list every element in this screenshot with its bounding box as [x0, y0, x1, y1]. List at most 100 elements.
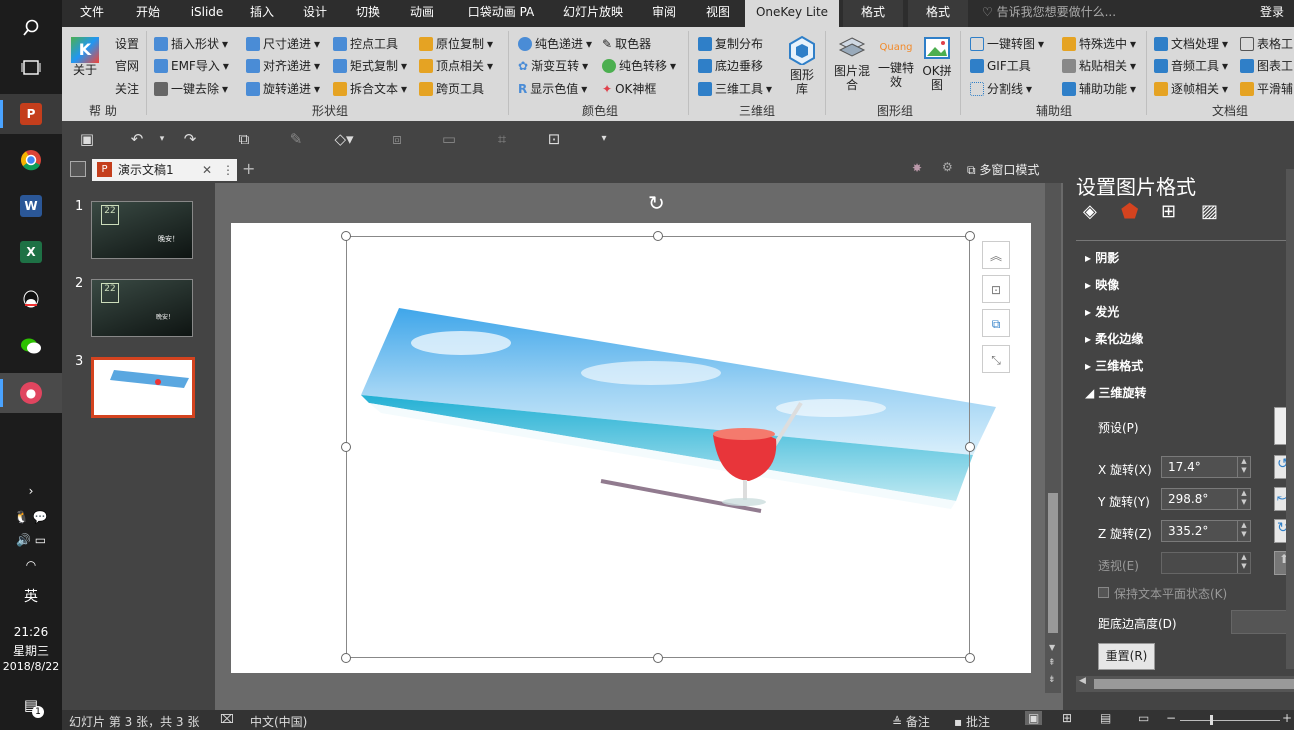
- tab-format-2[interactable]: 格式: [908, 0, 968, 27]
- one-key-remove-button[interactable]: 一键去除 ▾: [154, 80, 228, 97]
- clock-time[interactable]: 21:26: [0, 625, 62, 639]
- magic-icon[interactable]: ✸: [912, 161, 922, 175]
- slideshow-icon[interactable]: ⧉: [234, 129, 254, 149]
- copy-distribute-button[interactable]: 复制分布: [698, 35, 763, 52]
- tab-transitions[interactable]: 切换: [348, 0, 388, 27]
- zoom-out-icon[interactable]: −: [1166, 711, 1176, 725]
- undo-icon[interactable]: ↶: [127, 129, 147, 149]
- expand-icon[interactable]: ⤡: [982, 345, 1010, 373]
- wifi-icon[interactable]: ◠: [0, 558, 62, 572]
- tab-review[interactable]: 审阅: [642, 0, 686, 27]
- x-rotation-input[interactable]: 17.4° ▲ ▼: [1161, 456, 1251, 478]
- pane-horizontal-scrollbar[interactable]: ◀: [1076, 676, 1294, 692]
- tab-format-1[interactable]: 格式: [843, 0, 903, 27]
- zoom-in-icon[interactable]: +: [1282, 711, 1292, 725]
- gif-tool-button[interactable]: GIF工具: [970, 57, 1031, 74]
- gear-icon[interactable]: ⚙: [942, 160, 953, 174]
- in-place-copy-button[interactable]: 原位复制 ▾: [419, 35, 493, 52]
- settings-button[interactable]: 设置: [115, 35, 139, 52]
- shape-fill-icon[interactable]: ◇▾: [334, 129, 354, 149]
- slide-thumb-2[interactable]: 22 晚安！: [91, 279, 193, 337]
- section-glow[interactable]: ▸ 发光: [1085, 303, 1119, 320]
- excel-taskbar-icon[interactable]: X: [0, 232, 62, 272]
- login-link[interactable]: 登录: [1252, 0, 1292, 27]
- divider-line-button[interactable]: 分割线 ▾: [970, 80, 1032, 97]
- perspective-input[interactable]: ▲ ▼: [1161, 552, 1251, 574]
- distance-input[interactable]: [1231, 610, 1294, 634]
- search-icon[interactable]: [0, 8, 62, 48]
- resize-icon[interactable]: ⊡: [544, 129, 564, 149]
- prev-slide-icon[interactable]: ⇞: [1048, 658, 1056, 668]
- tab-file[interactable]: 文件: [70, 0, 114, 27]
- resize-handle-s[interactable]: [653, 653, 663, 663]
- chrome-taskbar-icon[interactable]: [0, 140, 62, 180]
- qq-taskbar-icon[interactable]: [0, 280, 62, 320]
- tab-insert[interactable]: 插入: [242, 0, 282, 27]
- bottom-shift-button[interactable]: 底边垂移: [698, 57, 763, 74]
- section-3d-format[interactable]: ▸ 三维格式: [1085, 357, 1143, 374]
- notes-button[interactable]: ≜ 备注: [892, 713, 930, 730]
- tray-expand-icon[interactable]: ›: [0, 484, 62, 498]
- audio-tool-button[interactable]: 音频工具 ▾: [1154, 57, 1228, 74]
- align-progress-button[interactable]: 对齐递进 ▾: [246, 57, 320, 74]
- ime-indicator[interactable]: 英: [0, 586, 62, 606]
- z-rotation-input[interactable]: 335.2° ▲ ▼: [1161, 520, 1251, 542]
- vertical-scrollbar[interactable]: ▼ ⇞ ⇟: [1045, 183, 1061, 693]
- image-mix-button[interactable]: 图片混合: [832, 35, 872, 92]
- arrange-layers-icon[interactable]: ⧉: [982, 309, 1010, 337]
- spell-check-icon[interactable]: ⌧: [220, 712, 234, 726]
- slideshow-view-icon[interactable]: ▭: [1138, 711, 1149, 725]
- special-select-button[interactable]: 特殊选中 ▾: [1062, 35, 1136, 52]
- handle-tool-button[interactable]: 控点工具: [333, 35, 398, 52]
- gradient-switch-button[interactable]: ✿ 渐变互转 ▾: [518, 57, 588, 74]
- tab-view[interactable]: 视图: [696, 0, 740, 27]
- tab-animations[interactable]: 动画: [402, 0, 442, 27]
- spinner-arrows-icon[interactable]: ▲ ▼: [1237, 457, 1250, 477]
- picture-icon[interactable]: ▨: [1201, 201, 1218, 222]
- ok-jigsaw-button[interactable]: OK拼图: [919, 35, 955, 92]
- reading-view-icon[interactable]: ▤: [1100, 711, 1111, 725]
- new-tab-icon[interactable]: +: [242, 159, 255, 178]
- vertex-related-button[interactable]: 顶点相关 ▾: [419, 57, 493, 74]
- brush-icon[interactable]: ✎: [286, 129, 306, 149]
- resize-handle-w[interactable]: [341, 442, 351, 452]
- scroll-down-icon[interactable]: ▼: [1049, 643, 1055, 652]
- task-view-icon[interactable]: [0, 48, 62, 88]
- frame-related-button[interactable]: 逐帧相关 ▾: [1154, 80, 1228, 97]
- rotate-handle-icon[interactable]: ↻: [648, 191, 665, 215]
- tab-onekey-lite[interactable]: OneKey Lite: [745, 0, 839, 27]
- arrange-icon[interactable]: ▭: [439, 129, 459, 149]
- 3d-tools-button[interactable]: 三维工具 ▾: [698, 80, 772, 97]
- tab-design[interactable]: 设计: [295, 0, 335, 27]
- tab-islide[interactable]: iSlide: [182, 0, 232, 27]
- emf-import-button[interactable]: EMF导入 ▾: [154, 57, 229, 74]
- solid-transfer-button[interactable]: 纯色转移 ▾: [602, 57, 676, 74]
- group-icon[interactable]: ⧈: [387, 129, 407, 149]
- redo-icon[interactable]: ↷: [180, 129, 200, 149]
- one-key-to-image-button[interactable]: 一键转图 ▾: [970, 35, 1044, 52]
- comments-button[interactable]: ▪ 批注: [954, 713, 990, 730]
- notification-icon[interactable]: ▤ 1: [0, 696, 62, 718]
- tab-menu-icon[interactable]: ⋮: [222, 159, 234, 181]
- doc-tab-presentation1[interactable]: P 演示文稿1 ✕ ⋮: [92, 159, 237, 181]
- close-tab-icon[interactable]: ✕: [202, 159, 212, 181]
- size-properties-icon[interactable]: ⊞: [1161, 201, 1176, 222]
- cross-page-button[interactable]: 跨页工具: [419, 80, 484, 97]
- zoom-slider-thumb[interactable]: [1210, 715, 1213, 725]
- section-shadow[interactable]: ▸ 阴影: [1085, 249, 1119, 266]
- solid-progress-button[interactable]: 纯色递进 ▾: [518, 35, 592, 52]
- doc-list-icon[interactable]: [70, 161, 86, 177]
- doc-processing-button[interactable]: 文档处理 ▾: [1154, 35, 1228, 52]
- multi-window-button[interactable]: ⧉ 多窗口模式: [967, 161, 1039, 178]
- resize-handle-sw[interactable]: [341, 653, 351, 663]
- resize-handle-n[interactable]: [653, 231, 663, 241]
- effects-pentagon-icon[interactable]: ⬟: [1121, 199, 1138, 223]
- resize-handle-se[interactable]: [965, 653, 975, 663]
- tab-slideshow[interactable]: 幻灯片放映: [556, 0, 630, 27]
- customize-qat-icon[interactable]: ▾: [594, 129, 614, 149]
- tell-me-box[interactable]: ♡ 告诉我您想要做什么...: [982, 0, 1152, 27]
- word-taskbar-icon[interactable]: W: [0, 186, 62, 226]
- smooth-aux-button[interactable]: 平滑辅: [1240, 80, 1293, 97]
- layout-options-icon[interactable]: ︽: [982, 241, 1010, 269]
- section-reflection[interactable]: ▸ 映像: [1085, 276, 1119, 293]
